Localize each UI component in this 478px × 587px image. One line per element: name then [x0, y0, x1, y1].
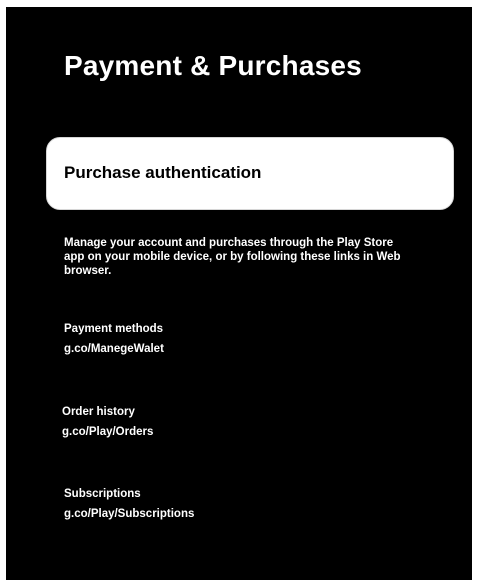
payment-methods-label: Payment methods: [64, 323, 164, 335]
order-history-link[interactable]: g.co/Play/Orders: [62, 425, 153, 439]
subscriptions-link[interactable]: g.co/Play/Subscriptions: [64, 507, 194, 521]
page-title: Payment & Purchases: [64, 50, 362, 81]
description-text: Manage your account and purchases throug…: [64, 237, 401, 277]
subscriptions-label: Subscriptions: [64, 488, 141, 500]
purchase-authentication-button[interactable]: Purchase authentication: [46, 137, 454, 210]
settings-panel: Payment & Purchases Purchase authenticat…: [6, 7, 472, 580]
subscriptions-section: Subscriptions g.co/Play/Subscriptions: [64, 487, 194, 521]
payment-methods-link[interactable]: g.co/ManegeWalet: [64, 342, 164, 356]
purchase-authentication-label: Purchase authentication: [64, 163, 262, 182]
order-history-section: Order history g.co/Play/Orders: [62, 405, 153, 439]
order-history-label: Order history: [62, 406, 135, 418]
payment-methods-section: Payment methods g.co/ManegeWalet: [64, 322, 164, 356]
